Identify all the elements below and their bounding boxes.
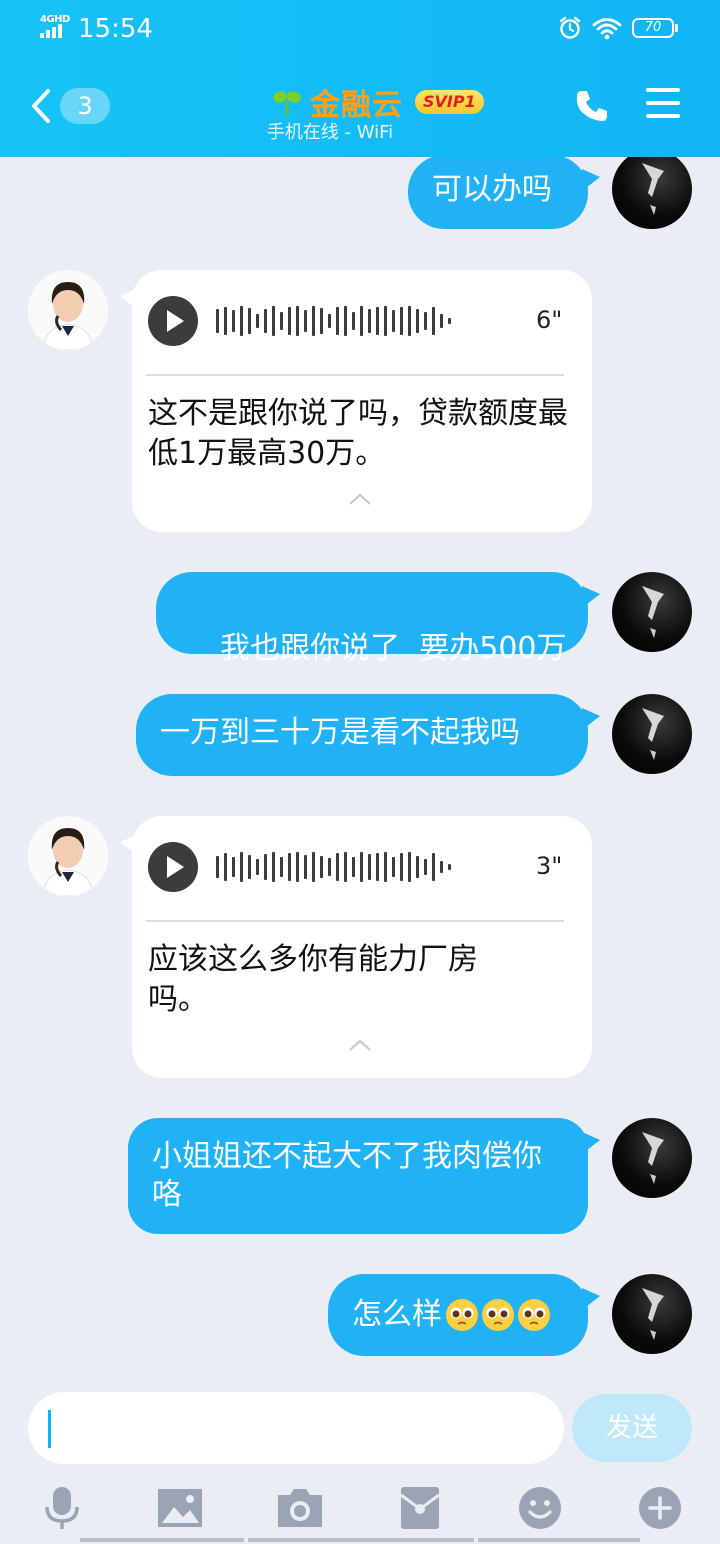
message-text: 一万到三十万是看不起我吗 [160, 715, 520, 750]
divider [146, 374, 564, 376]
unread-count-badge: 3 [60, 88, 110, 124]
message-bubble-outgoing[interactable]: 怎么样 [328, 1274, 600, 1356]
battery-indicator: 70 [632, 18, 678, 38]
menu-button[interactable] [646, 88, 682, 124]
pleading-face-emoji-icon [446, 1299, 478, 1331]
online-status: 手机在线 - WiFi [266, 122, 394, 143]
pleading-face-emoji-icon [518, 1299, 550, 1331]
my-avatar[interactable] [612, 1118, 692, 1198]
alarm-icon [559, 16, 581, 39]
text-cursor [48, 1410, 51, 1448]
message-text: 我也跟你说了 要办500万 [220, 631, 567, 666]
message-text: 怎么样 [352, 1297, 442, 1332]
signal-indicator: 4GHD [40, 14, 72, 40]
message-list[interactable]: 可以办吗 6" 这不是跟你说了吗，贷款额度最低1万最高30万。 我也跟你说了 要… [0, 157, 720, 1377]
voice-waveform [216, 842, 451, 892]
chevron-up-icon[interactable] [348, 492, 372, 506]
nav-indicator [80, 1538, 244, 1542]
message-bubble-outgoing[interactable]: 可以办吗 [408, 157, 600, 229]
red-packet-icon[interactable] [396, 1485, 444, 1531]
voice-player[interactable]: 3" [148, 842, 568, 892]
my-avatar[interactable] [612, 157, 692, 229]
contact-title[interactable]: 金融云 SVIP1 手机在线 - WiFi [200, 76, 520, 146]
input-toolbar [0, 1479, 720, 1539]
microphone-icon[interactable] [38, 1485, 86, 1531]
contact-avatar[interactable] [28, 270, 108, 350]
voice-waveform [216, 296, 451, 346]
menu-line [646, 101, 680, 105]
voice-transcript: 应该这么多你有能力厂房吗。 [148, 942, 478, 1017]
status-bar: 4GHD 15:54 70 [0, 0, 720, 58]
chat-header: 4GHD 15:54 70 3 金融云 SVIP1 手机在线 - WiFi [0, 0, 720, 157]
voice-message-bubble[interactable]: 6" 这不是跟你说了吗，贷款额度最低1万最高30万。 [120, 270, 592, 532]
message-text: 小姐姐还不起大不了我肉偿你咯 [152, 1139, 542, 1212]
back-button[interactable]: 3 [30, 86, 110, 126]
camera-icon[interactable] [276, 1485, 324, 1531]
composer: 发送 [0, 1377, 720, 1544]
voice-player[interactable]: 6" [148, 296, 568, 346]
chevron-up-icon[interactable] [348, 1038, 372, 1052]
my-avatar[interactable] [612, 694, 692, 774]
voice-duration: 3" [536, 852, 563, 880]
voice-transcript: 这不是跟你说了吗，贷款额度最低1万最高30万。 [148, 396, 568, 471]
wifi-icon [592, 18, 622, 40]
nav-indicator [478, 1538, 640, 1542]
contact-avatar[interactable] [28, 816, 108, 896]
message-text: 可以办吗 [432, 172, 552, 207]
voice-message-bubble[interactable]: 3" 应该这么多你有能力厂房吗。 [120, 816, 592, 1078]
image-icon[interactable] [156, 1485, 204, 1531]
my-avatar[interactable] [612, 1274, 692, 1354]
message-input[interactable] [28, 1392, 564, 1464]
divider [146, 920, 564, 922]
nav-indicator [248, 1538, 474, 1542]
message-bubble-outgoing[interactable]: 小姐姐还不起大不了我肉偿你咯 [128, 1118, 600, 1234]
status-time: 15:54 [78, 14, 153, 44]
play-icon[interactable] [148, 842, 198, 892]
chevron-left-icon [32, 89, 50, 123]
menu-line [646, 114, 680, 118]
plus-icon[interactable] [636, 1485, 684, 1531]
my-avatar[interactable] [612, 572, 692, 652]
voice-duration: 6" [536, 306, 563, 334]
emoji-icon[interactable] [516, 1485, 564, 1531]
phone-call-icon[interactable] [574, 88, 610, 124]
sprout-icon [273, 91, 301, 116]
send-button[interactable]: 发送 [572, 1394, 692, 1462]
pleading-face-emoji-icon [482, 1299, 514, 1331]
message-bubble-outgoing[interactable]: 我也跟你说了 要办500万 [156, 572, 600, 666]
message-bubble-outgoing[interactable]: 一万到三十万是看不起我吗 [136, 694, 600, 776]
menu-line [646, 88, 680, 92]
play-icon[interactable] [148, 296, 198, 346]
signal-bars-icon [40, 24, 62, 38]
vip-badge: SVIP1 [415, 90, 484, 114]
